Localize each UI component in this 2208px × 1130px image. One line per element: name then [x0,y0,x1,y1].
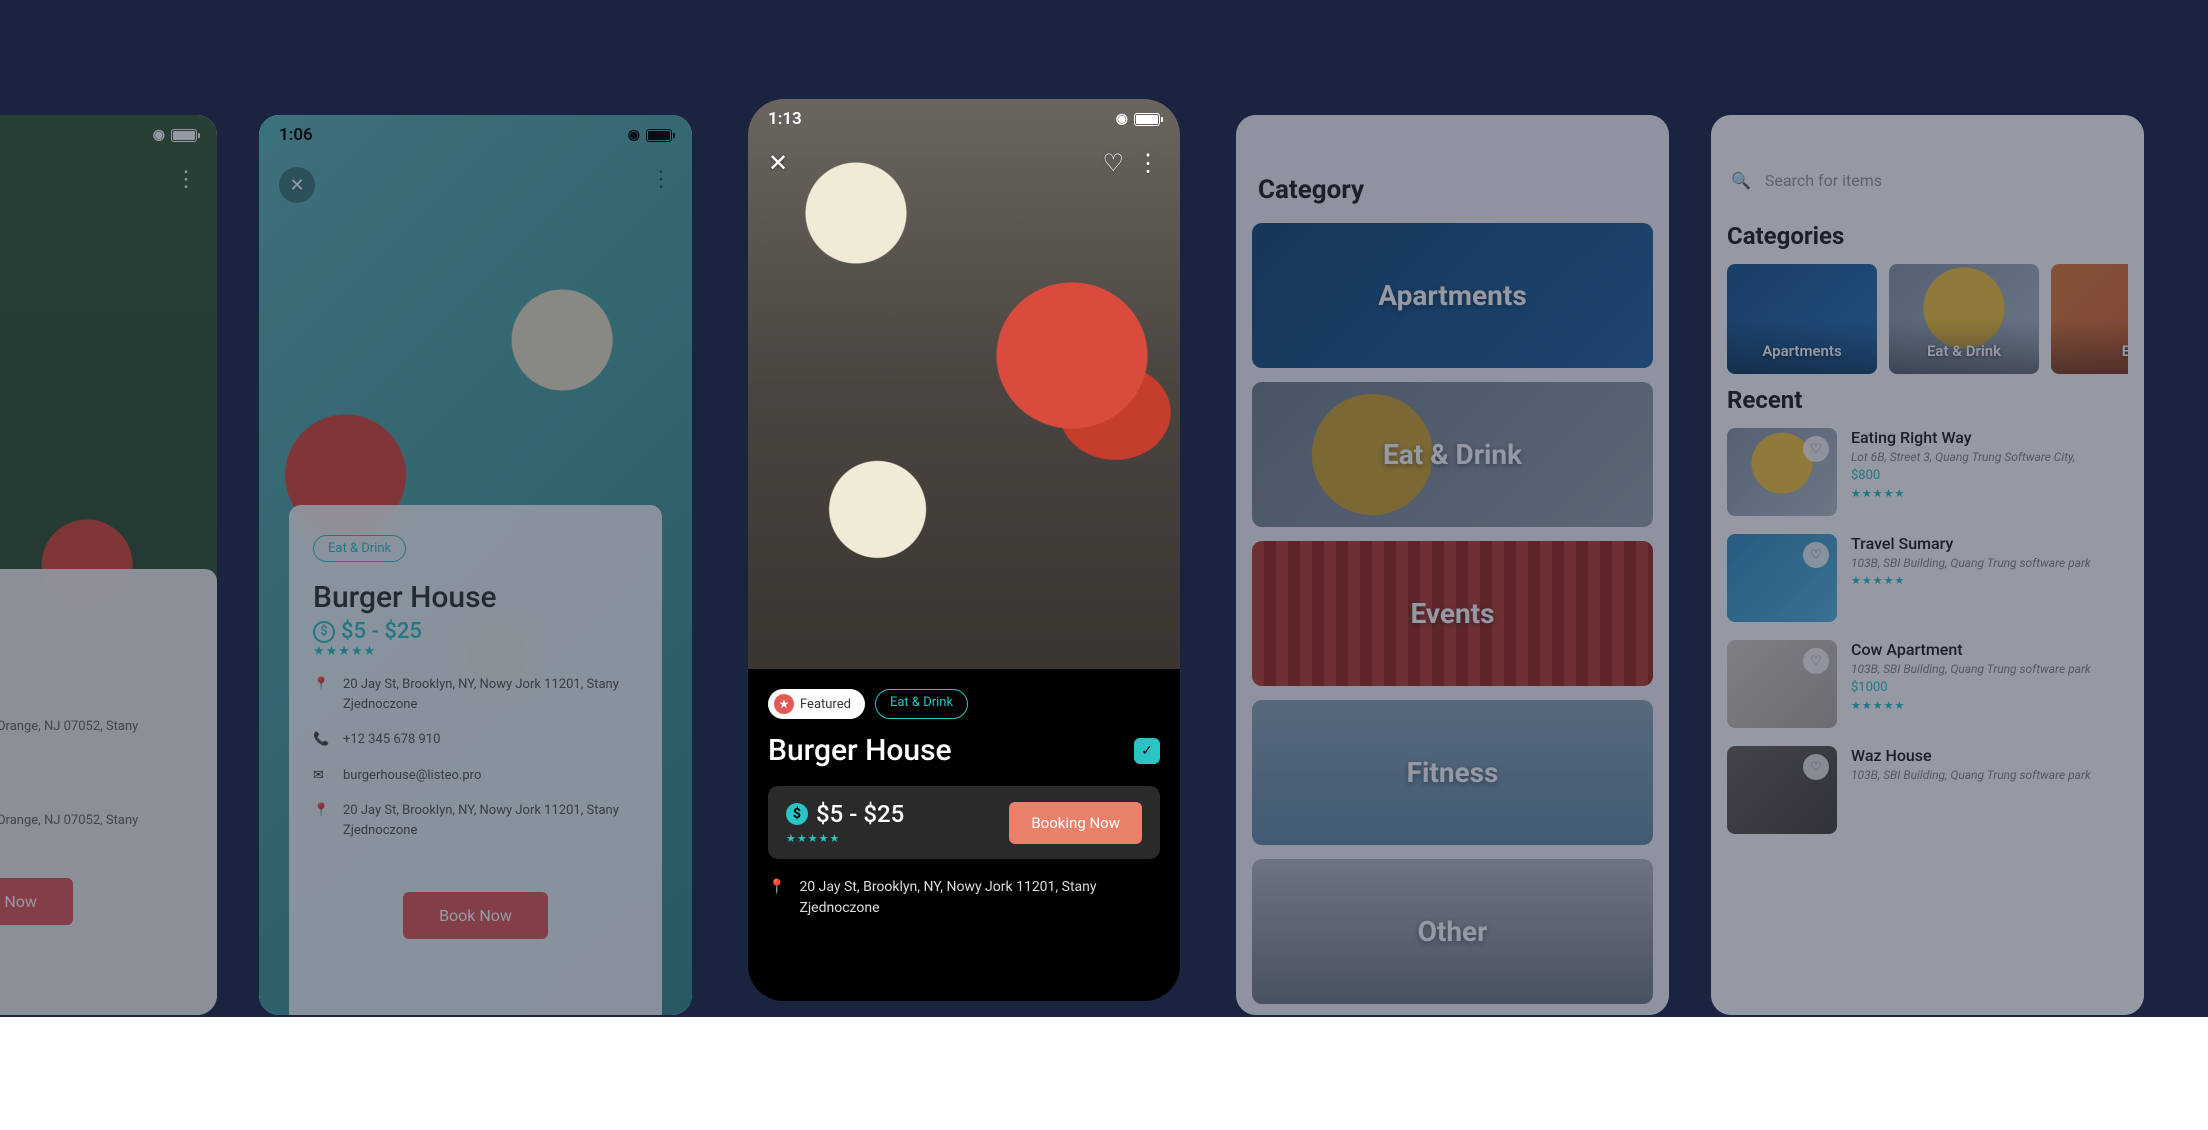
booking-now-button[interactable]: Booking Now [1009,802,1142,844]
mail-icon: ✉ [313,766,327,786]
list-item[interactable]: ♡ Eating Right Way Lot 6B, Street 3, Qua… [1727,428,2128,516]
category-mini-events[interactable]: E [2051,264,2128,374]
rating-stars: ★★★★★ [786,832,904,845]
listing-title: Burger House [768,733,952,768]
rating-stars: ★★★★★ [1851,699,2128,712]
price-range: $$5 - $25 [786,800,904,828]
search-icon: 🔍 [1731,171,1751,190]
search-placeholder: Search for items [1765,171,1882,190]
book-now-button[interactable]: Book Now [0,878,73,925]
item-name: Waz House [1851,746,2128,765]
listing-title: Sticky Band [0,638,192,678]
heart-icon[interactable]: ♡ [1803,648,1829,674]
list-item[interactable]: ♡ Waz House 103B, SBI Building, Quang Tr… [1727,746,2128,834]
status-bar: 1:13 ◉ [748,99,1180,139]
item-name: Cow Apartment [1851,640,2128,659]
search-input[interactable]: 🔍 Search for items [1727,161,2128,210]
pin-icon: 📍 [768,877,785,919]
more-icon[interactable]: ⋮ [175,167,197,192]
address-text: 20 Jay St, Brooklyn, NY, Nowy Jork 11201… [799,877,1160,919]
heartQR-icon[interactable]: ♡ [1803,436,1829,462]
section-title-recent: Recent [1727,386,2128,414]
price-card: $$5 - $25 ★★★★★ Booking Now [768,786,1160,859]
item-price: $800 [1851,468,2128,483]
battery-icon [171,129,197,142]
address-text: 43 Collamore Terrace, West Orange, NJ 07… [0,811,192,850]
phone-screen-5: 🔍 Search for items Categories Apartments… [1711,115,2144,1015]
featured-badge: ★Featured [768,689,865,719]
detail-body: ★Featured Eat & Drink Burger House ✓ $$5… [748,669,1180,1001]
hero-image [748,99,1180,669]
status-bar: 1:06 ◉ [259,115,692,155]
address-text: 20 Jay St, Brooklyn, NY, Nowy Jork 11201… [343,675,638,714]
battery-icon [646,129,672,142]
category-card-apartments[interactable]: Apartments [1252,223,1653,368]
category-card-other[interactable]: Other [1252,859,1653,1004]
phones-row: :03 ◉ ⋮ Events Sticky Band ★★★★★ 📍43 Col… [0,115,2208,1015]
wifi-icon: ◉ [628,127,640,143]
item-thumb: ♡ [1727,746,1837,834]
address-text: 43 Collamore Terrace, West Orange, NJ 07… [0,717,192,756]
item-thumb: ♡ [1727,534,1837,622]
item-thumb: ♡ [1727,428,1837,516]
item-price: $1000 [1851,680,2128,695]
close-icon[interactable]: ✕ [279,167,315,203]
dollar-icon: $ [786,803,808,825]
address-text: 20 Jay St, Brooklyn, NY, Nowy Jork 11201… [343,801,638,840]
category-card-fitness[interactable]: Fitness [1252,700,1653,845]
verified-icon: ✓ [1134,738,1160,764]
category-tag[interactable]: Eat & Drink [313,535,406,562]
list-item[interactable]: ♡ Cow Apartment 103B, SBI Building, Quan… [1727,640,2128,728]
category-card-eat-drink[interactable]: Eat & Drink [1252,382,1653,527]
phone-screen-center: 1:13 ◉ ✕ ♡ ⋮ ★Featured Eat & Drink [734,85,1194,1015]
category-mini-apartments[interactable]: Apartments [1727,264,1877,374]
phone-icon: 📞 [313,730,327,750]
rating-stars: ★★★★★ [0,684,192,699]
battery-icon [1134,113,1160,126]
listing-title: Burger House [313,580,638,615]
item-address: 103B, SBI Building, Quang Trung software… [1851,556,2128,570]
item-address: Lot 6B, Street 3, Quang Trung Software C… [1851,450,2128,464]
phone-text: +12 345 678 910 [343,730,440,750]
status-bar: :03 ◉ [0,115,217,155]
pin-icon: 📍 [313,801,327,840]
heart-icon[interactable]: ♡ [1803,542,1829,568]
categories-scroll[interactable]: Apartments Eat & Drink E [1727,264,2128,374]
detail-card: Eat & Drink Burger House $$5 - $25 ★★★★★… [289,505,662,1015]
price-range: $$5 - $25 [313,619,638,644]
list-item[interactable]: ♡ Travel Sumary 103B, SBI Building, Quan… [1727,534,2128,622]
category-tag[interactable]: Eat & Drink [875,689,968,719]
status-time: 1:13 [768,109,802,129]
rating-stars: ★★★★★ [1851,487,2128,500]
heart-icon[interactable]: ♡ [1803,754,1829,780]
book-now-button[interactable]: Book Now [403,892,548,939]
wifi-icon: ◉ [153,127,165,143]
rating-stars: ★★★★★ [313,644,638,659]
pin-icon: 📍 [313,675,327,714]
item-name: Travel Sumary [1851,534,2128,553]
item-thumb: ♡ [1727,640,1837,728]
category-mini-eat-drink[interactable]: Eat & Drink [1889,264,2039,374]
more-icon[interactable]: ⋮ [650,167,672,192]
rating-stars: ★★★★★ [1851,574,2128,587]
more-icon[interactable]: ⋮ [1136,149,1160,177]
dollar-icon: $ [313,621,335,643]
heart-icon[interactable]: ♡ [1102,149,1124,177]
email-text: burgerhouse@listeo.pro [343,766,481,786]
item-address: 103B, SBI Building, Quang Trung software… [1851,768,2128,782]
star-icon: ★ [774,694,794,714]
item-name: Eating Right Way [1851,428,2128,447]
status-time: 1:06 [279,125,313,145]
close-icon[interactable]: ✕ [768,149,788,177]
item-address: 103B, SBI Building, Quang Trung software… [1851,662,2128,676]
detail-card: Events Sticky Band ★★★★★ 📍43 Collamore T… [0,569,217,1016]
wifi-icon: ◉ [1116,111,1128,127]
phone-screen-1: :03 ◉ ⋮ Events Sticky Band ★★★★★ 📍43 Col… [0,115,217,1015]
hero-section: :03 ◉ ⋮ Events Sticky Band ★★★★★ 📍43 Col… [0,0,2208,1017]
page-title: Category [1252,161,1653,223]
section-title-categories: Categories [1727,222,2128,250]
category-card-events[interactable]: Events [1252,541,1653,686]
phone-screen-4: Category Apartments Eat & Drink Events F… [1236,115,1669,1015]
phone-screen-2: 1:06 ◉ ✕ ⋮ Eat & Drink Burger House $$5 … [259,115,692,1015]
